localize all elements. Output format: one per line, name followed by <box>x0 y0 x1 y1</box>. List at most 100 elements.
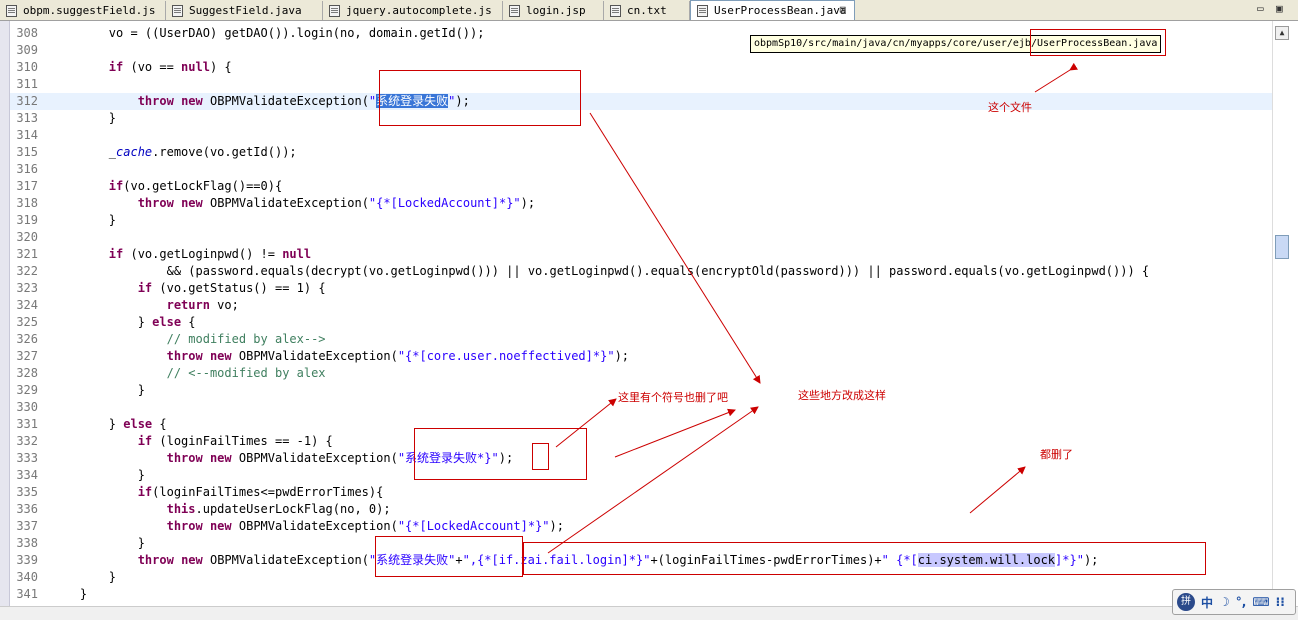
code-token: } <box>51 417 124 431</box>
code-text: } <box>51 212 116 229</box>
code-line[interactable]: 331 } else { <box>10 416 1272 433</box>
minimize-icon[interactable]: ▭ <box>1257 2 1264 15</box>
code-line[interactable]: 322 && (password.equals(decrypt(vo.getLo… <box>10 263 1272 280</box>
code-text: this.updateUserLockFlag(no, 0); <box>51 501 391 518</box>
code-text: } <box>51 569 116 586</box>
line-number: 316 <box>16 162 38 176</box>
highlight-box-line-339-end <box>523 542 1206 575</box>
code-token: new <box>181 94 203 108</box>
maximize-icon[interactable]: ▣ <box>1276 2 1283 15</box>
code-token: vo = ((UserDAO) getDAO()).login(no, doma… <box>51 26 485 40</box>
code-line[interactable]: 315 _cache.remove(vo.getId()); <box>10 144 1272 161</box>
tab-jquery-autocomplete-js[interactable]: jquery.autocomplete.js <box>323 1 503 20</box>
line-number: 337 <box>16 519 38 533</box>
line-number: 322 <box>16 264 38 278</box>
ime-chinese-toggle[interactable]: 中 <box>1201 594 1213 611</box>
file-icon <box>6 4 17 17</box>
close-tab-icon[interactable]: ⊠ <box>839 3 846 16</box>
tab-cn-txt[interactable]: cn.txt <box>604 1 690 20</box>
code-line[interactable]: 337 throw new OBPMValidateException("{*[… <box>10 518 1272 535</box>
code-line[interactable]: 328 // <--modified by alex <box>10 365 1272 382</box>
horizontal-scrollbar[interactable] <box>0 606 1298 620</box>
code-line[interactable]: 335 if(loginFailTimes<=pwdErrorTimes){ <box>10 484 1272 501</box>
line-number: 315 <box>16 145 38 159</box>
line-number: 311 <box>16 77 38 91</box>
code-line[interactable]: 324 return vo; <box>10 297 1272 314</box>
vertical-scrollbar[interactable]: ▲ <box>1272 21 1298 606</box>
line-number: 341 <box>16 587 38 601</box>
scroll-up-icon[interactable]: ▲ <box>1275 26 1289 40</box>
file-icon <box>697 4 708 17</box>
code-line[interactable]: 316 <box>10 161 1272 178</box>
code-line[interactable]: 323 if (vo.getStatus() == 1) { <box>10 280 1272 297</box>
line-number: 336 <box>16 502 38 516</box>
line-number: 339 <box>16 553 38 567</box>
code-token: OBPMValidateException( <box>231 451 398 465</box>
tab-obpm-suggestfield-js[interactable]: obpm.suggestField.js <box>0 1 166 20</box>
code-line[interactable]: 311 <box>10 76 1272 93</box>
code-line[interactable]: 310 if (vo == null) { <box>10 59 1272 76</box>
code-token: // modified by alex--> <box>51 332 326 346</box>
code-token: ); <box>549 519 564 533</box>
code-line[interactable]: 336 this.updateUserLockFlag(no, 0); <box>10 501 1272 518</box>
annotation-this-file: 这个文件 <box>988 101 1032 114</box>
code-token: null <box>181 60 210 74</box>
code-token: "{*[core.user.noeffectived]*}" <box>397 349 615 363</box>
ime-keyboard-icon[interactable]: ⌨ <box>1252 595 1269 609</box>
code-token: if <box>137 281 153 295</box>
code-line[interactable]: 327 throw new OBPMValidateException("{*[… <box>10 348 1272 365</box>
line-number: 325 <box>16 315 38 329</box>
ime-punct-icon[interactable]: °, <box>1236 595 1247 609</box>
code-token: new <box>209 349 232 363</box>
code-token: new <box>181 196 203 210</box>
code-line[interactable]: 333 throw new OBPMValidateException("系统登… <box>10 450 1272 467</box>
line-number: 323 <box>16 281 38 295</box>
line-number: 329 <box>16 383 38 397</box>
code-token: } <box>51 536 145 550</box>
ime-menu-icon[interactable]: ⁝⁝ <box>1276 595 1285 609</box>
tab-suggestfield-java[interactable]: SuggestField.java <box>166 1 323 20</box>
editor-tab-bar: obpm.suggestField.js SuggestField.java jqu… <box>0 0 1298 21</box>
code-line[interactable]: 313 } <box>10 110 1272 127</box>
code-token: OBPMValidateException( <box>231 519 398 533</box>
ime-toolbar[interactable]: 拼 中 ☽ °, ⌨ ⁝⁝ <box>1172 589 1296 615</box>
code-line[interactable]: 314 <box>10 127 1272 144</box>
code-token: throw <box>166 349 203 363</box>
code-line[interactable]: 326 // modified by alex--> <box>10 331 1272 348</box>
tab-userprocessbean-java[interactable]: UserProcessBean.java ⊠ <box>690 0 855 20</box>
ime-moon-icon[interactable]: ☽ <box>1219 595 1230 609</box>
line-number: 332 <box>16 434 38 448</box>
code-line[interactable]: 332 if (loginFailTimes == -1) { <box>10 433 1272 450</box>
code-line[interactable]: 317 if(vo.getLockFlag()==0){ <box>10 178 1272 195</box>
tab-label: login.jsp <box>526 4 586 17</box>
annotation-symbol-deleted: 这里有个符号也删了吧 <box>618 391 728 404</box>
code-text: // modified by alex--> <box>51 331 326 348</box>
code-token: } <box>51 213 117 227</box>
code-token: .remove(vo.getId()); <box>152 145 297 159</box>
code-line[interactable]: 320 <box>10 229 1272 246</box>
code-token: OBPMValidateException( <box>202 94 369 108</box>
code-line[interactable]: 312 throw new OBPMValidateException("系统登… <box>10 93 1272 110</box>
tab-login-jsp[interactable]: login.jsp <box>503 1 604 20</box>
code-line[interactable]: 321 if (vo.getLoginpwd() != null <box>10 246 1272 263</box>
code-line[interactable]: 319 } <box>10 212 1272 229</box>
code-line[interactable]: 341 } <box>10 586 1272 603</box>
code-text: } <box>51 110 116 127</box>
code-line[interactable]: 325 } else { <box>10 314 1272 331</box>
code-editor[interactable]: 308 vo = ((UserDAO) getDAO()).login(no, … <box>10 21 1272 606</box>
scroll-thumb[interactable] <box>1275 235 1289 259</box>
code-token: if <box>108 247 124 261</box>
code-line[interactable]: 318 throw new OBPMValidateException("{*[… <box>10 195 1272 212</box>
code-token: ); <box>614 349 630 363</box>
line-number: 327 <box>16 349 38 363</box>
ime-logo-icon[interactable]: 拼 <box>1177 593 1195 611</box>
code-token: { <box>181 315 196 329</box>
line-number: 334 <box>16 468 38 482</box>
code-line[interactable]: 334 } <box>10 467 1272 484</box>
